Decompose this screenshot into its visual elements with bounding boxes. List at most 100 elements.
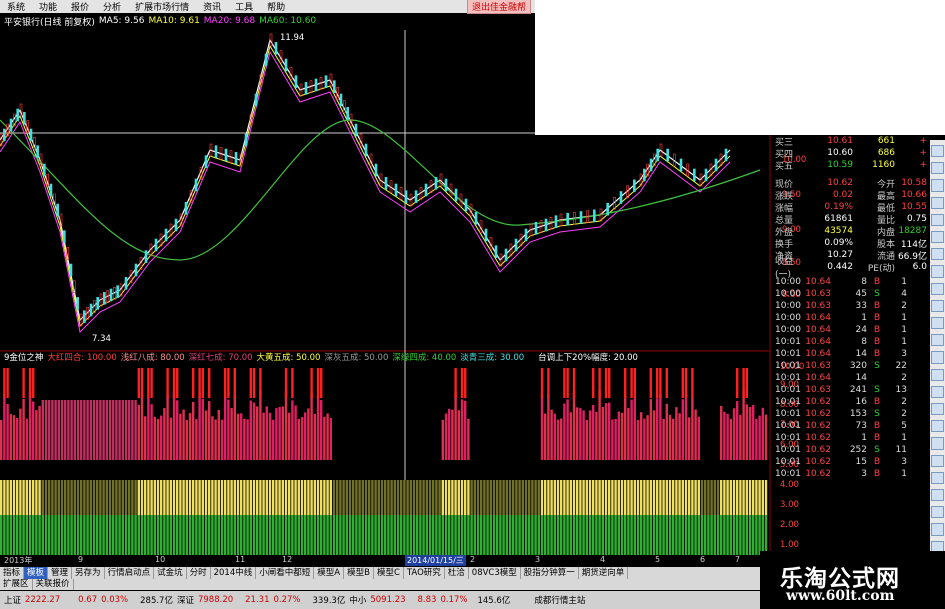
tab-indicator[interactable]: 行情启动点 [105, 567, 155, 579]
indicator-bar [489, 515, 492, 555]
indicator-bar [291, 368, 294, 398]
toolbar-icon[interactable] [931, 162, 944, 175]
indicator-bar [732, 515, 736, 555]
tab-indicator[interactable]: 试金坑 [154, 567, 187, 579]
x-axis: 2013年 9 10 11 12 2014/01/15/三 2 3 4 5 6 … [0, 555, 760, 566]
indicator-bar [483, 480, 486, 515]
tab-indicator[interactable]: 模型C [374, 567, 404, 579]
indicator-bar [617, 480, 620, 515]
tab-indicator[interactable]: 期货逆向单 [579, 567, 629, 579]
toolbar-icon[interactable] [931, 334, 944, 347]
quote-value: 6.0 [912, 262, 927, 272]
indicator-bar [57, 515, 60, 555]
indicator-bar [352, 515, 355, 555]
tab-related-quote[interactable]: 关联报价 [33, 579, 74, 590]
toolbar-icon[interactable] [931, 145, 944, 158]
tab-indicator[interactable]: 管理 [48, 567, 73, 579]
toolbar-icon[interactable] [931, 196, 944, 209]
toolbar-icon[interactable] [931, 231, 944, 244]
menu-analysis[interactable]: 分析 [96, 0, 128, 13]
indicator-bar [764, 414, 768, 460]
tab-indicator[interactable]: 模型A [314, 567, 345, 579]
indicator-bar [12, 515, 16, 555]
toolbar-icon[interactable] [931, 282, 944, 295]
tab-indicator[interactable]: 2014中线 [211, 567, 257, 579]
indicator-bar [499, 515, 502, 555]
tab-indicator[interactable]: 杜洽 [445, 567, 469, 579]
indicator-bar [604, 515, 608, 555]
indicator-bar [224, 395, 227, 460]
tab-indicator[interactable]: 08VC3模型 [469, 567, 521, 579]
candle [336, 87, 339, 100]
indicator-bar [323, 515, 326, 555]
indicator-bar [528, 515, 531, 555]
indicator-bar [268, 515, 272, 555]
toolbar-icon[interactable] [931, 489, 944, 502]
indicator-bar [323, 480, 326, 515]
indicator-bar [86, 400, 89, 460]
toolbar-icon[interactable] [931, 317, 944, 330]
server-name[interactable]: 成都行情主站 [534, 594, 585, 606]
toolbar-icon[interactable] [931, 523, 944, 536]
indicator-bar [492, 515, 496, 555]
indicator-bar [54, 515, 57, 555]
indicator-bar [656, 515, 659, 555]
toolbar-icon[interactable] [931, 368, 944, 381]
tab-indicator[interactable]: 模型B [344, 567, 374, 579]
tab-extension[interactable]: 扩展区 [0, 579, 33, 590]
indicator-bar [281, 406, 284, 460]
indicator-bar [156, 480, 160, 515]
toolbar-icon[interactable] [931, 454, 944, 467]
toolbar-icon[interactable] [931, 351, 944, 364]
toolbar-icon[interactable] [931, 471, 944, 485]
indicator-bar [752, 480, 755, 515]
indicator-bar [547, 480, 550, 515]
toolbar-icon[interactable] [931, 506, 944, 519]
indicator-bar [451, 480, 454, 515]
tick-volume: 73 [855, 421, 867, 431]
menu-function[interactable]: 功能 [32, 0, 64, 13]
tab-indicator[interactable]: 股指分钟算一 [521, 567, 579, 579]
exit-button[interactable]: 退出佳金融帮 [466, 0, 531, 14]
toolbar-icon[interactable] [931, 437, 944, 450]
indicator-bar [192, 515, 195, 555]
indicator-bar [451, 409, 454, 460]
tab-indicator[interactable]: 小闸看中都短 [256, 567, 315, 579]
tab-indicator[interactable]: 指标 [0, 567, 25, 579]
toolbar-icon[interactable] [931, 299, 944, 313]
tab-indicator[interactable]: 分时 [187, 567, 211, 579]
menu-help[interactable]: 帮助 [260, 0, 292, 13]
indicator-bar [688, 515, 691, 555]
toolbar-icon[interactable] [931, 403, 944, 416]
toolbar-icon[interactable] [931, 248, 944, 261]
menu-extended-market[interactable]: 扩展市场行情 [128, 0, 196, 13]
toolbar-icon[interactable] [931, 420, 944, 433]
indicator-bar [172, 368, 176, 398]
toolbar-icon[interactable] [931, 385, 944, 399]
tab-indicator[interactable]: 模板 [24, 567, 49, 579]
indicator-bar [323, 416, 326, 460]
candle [479, 220, 483, 233]
indicator-bar [153, 416, 156, 460]
toolbar-icon[interactable] [931, 213, 944, 227]
toolbar-icon[interactable] [931, 265, 944, 278]
indicator-bar [272, 515, 275, 555]
tick-count: 1 [901, 337, 907, 347]
tick-direction: S [874, 289, 880, 299]
indicator-bar [608, 515, 611, 555]
menu-tools[interactable]: 工具 [228, 0, 260, 13]
tick-count: 3 [901, 457, 907, 467]
toolbar-icon[interactable] [931, 179, 944, 192]
indicator-bar [576, 480, 579, 515]
tab-indicator[interactable]: TAO研究 [404, 567, 445, 579]
indicator-bar [214, 515, 217, 555]
tick-count: 5 [901, 421, 907, 431]
menu-system[interactable]: 系统 [0, 0, 32, 13]
indicator-bar [736, 401, 739, 460]
indicator-bar [739, 414, 742, 460]
menu-news[interactable]: 资讯 [196, 0, 228, 13]
menu-quote[interactable]: 报价 [64, 0, 96, 13]
indicator-bar [592, 404, 595, 460]
tab-indicator[interactable]: 另存为 [72, 567, 105, 579]
indicator-bar [44, 400, 48, 460]
